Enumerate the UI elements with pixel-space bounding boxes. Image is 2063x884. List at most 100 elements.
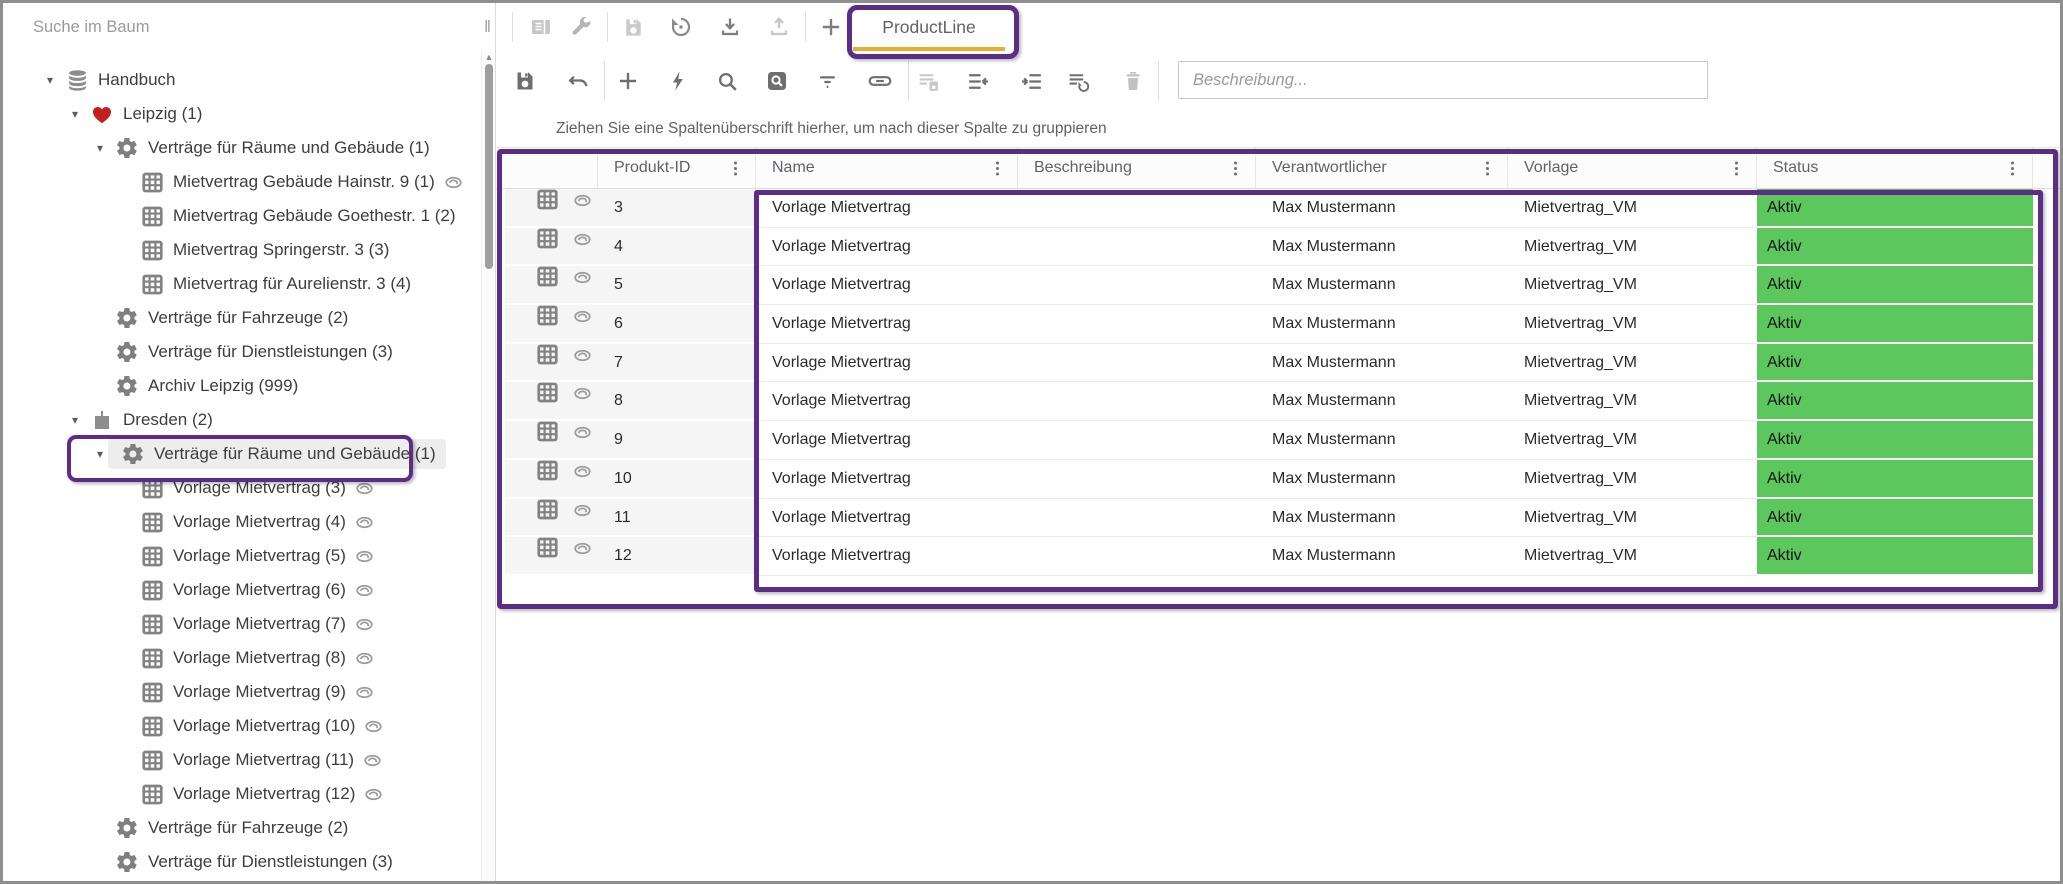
cell-name[interactable]: Vorlage Mietvertrag xyxy=(756,499,1018,538)
cell-name[interactable]: Vorlage Mietvertrag xyxy=(756,266,1018,305)
expand-arrow-icon[interactable]: ▾ xyxy=(88,141,112,155)
cell-produkt-id[interactable]: 10 xyxy=(598,460,756,499)
column-menu-icon[interactable] xyxy=(1475,156,1499,180)
tree-item[interactable]: Vorlage Mietvertrag (9) xyxy=(3,675,481,709)
save-icon[interactable] xyxy=(503,59,547,103)
column-header-produkt-id[interactable]: Produkt-ID xyxy=(598,148,756,188)
tree-item[interactable]: Mietvertrag Gebäude Goethestr. 1 (2) xyxy=(3,199,481,233)
cell-verantwortlicher[interactable]: Max Mustermann xyxy=(1256,499,1508,538)
row-marker-cell[interactable] xyxy=(505,460,598,499)
cell-beschreibung[interactable] xyxy=(1018,382,1256,421)
row-marker-cell[interactable] xyxy=(505,266,598,305)
restore-history-icon[interactable] xyxy=(661,7,701,47)
indent-icon[interactable] xyxy=(1010,59,1054,103)
tree-item[interactable]: Vorlage Mietvertrag (12) xyxy=(3,777,481,811)
tree-item[interactable]: Verträge für Fahrzeuge (2) xyxy=(3,811,481,845)
cell-beschreibung[interactable] xyxy=(1018,266,1256,305)
wrench-icon[interactable] xyxy=(561,7,601,47)
row-marker-cell[interactable] xyxy=(505,305,598,344)
expand-arrow-icon[interactable]: ▾ xyxy=(38,73,62,87)
cell-name[interactable]: Vorlage Mietvertrag xyxy=(756,421,1018,460)
delete-icon[interactable] xyxy=(1111,59,1155,103)
cell-name[interactable]: Vorlage Mietvertrag xyxy=(756,382,1018,421)
tree-item[interactable]: Vorlage Mietvertrag (11) xyxy=(3,743,481,777)
cell-name[interactable]: Vorlage Mietvertrag xyxy=(756,460,1018,499)
cell-beschreibung[interactable] xyxy=(1018,537,1256,576)
cell-verantwortlicher[interactable]: Max Mustermann xyxy=(1256,537,1508,576)
cell-vorlage[interactable]: Mietvertrag_VM xyxy=(1508,266,1757,305)
column-menu-icon[interactable] xyxy=(723,156,747,180)
cell-vorlage[interactable]: Mietvertrag_VM xyxy=(1508,460,1757,499)
cell-verantwortlicher[interactable]: Max Mustermann xyxy=(1256,305,1508,344)
panel-list-icon[interactable] xyxy=(521,7,561,47)
search-icon[interactable] xyxy=(705,59,749,103)
column-header-status[interactable]: Status xyxy=(1757,148,2033,188)
cell-status[interactable]: Aktiv xyxy=(1757,382,2033,421)
column-menu-icon[interactable] xyxy=(1724,156,1748,180)
tree-item[interactable]: ▾ Verträge für Räume und Gebäude (1) xyxy=(3,437,481,471)
cell-status[interactable]: Aktiv xyxy=(1757,189,2033,228)
add-tab-icon[interactable] xyxy=(811,7,851,47)
undo-icon[interactable] xyxy=(556,59,600,103)
column-header-name[interactable]: Name xyxy=(756,148,1018,188)
cell-status[interactable]: Aktiv xyxy=(1757,421,2033,460)
tree-item[interactable]: Verträge für Dienstleistungen (3) xyxy=(3,845,481,879)
cell-produkt-id[interactable]: 4 xyxy=(598,228,756,267)
cell-status[interactable]: Aktiv xyxy=(1757,266,2033,305)
cell-status[interactable]: Aktiv xyxy=(1757,499,2033,538)
cell-verantwortlicher[interactable]: Max Mustermann xyxy=(1256,228,1508,267)
cell-beschreibung[interactable] xyxy=(1018,189,1256,228)
column-menu-icon[interactable] xyxy=(985,156,1009,180)
scrollbar-thumb[interactable] xyxy=(485,64,493,269)
column-menu-icon[interactable] xyxy=(1223,156,1247,180)
tree-item[interactable]: ▾ Dresden (2) xyxy=(3,403,481,437)
rows-history-icon[interactable] xyxy=(1056,59,1100,103)
cell-produkt-id[interactable]: 5 xyxy=(598,266,756,305)
cell-produkt-id[interactable]: 7 xyxy=(598,344,756,383)
tree-item[interactable]: Verträge für Fahrzeuge (2) xyxy=(3,301,481,335)
tree-item[interactable]: Vorlage Mietvertrag (5) xyxy=(3,539,481,573)
cell-verantwortlicher[interactable]: Max Mustermann xyxy=(1256,266,1508,305)
cell-name[interactable]: Vorlage Mietvertrag xyxy=(756,537,1018,576)
cell-vorlage[interactable]: Mietvertrag_VM xyxy=(1508,382,1757,421)
table-row[interactable]: 8 Vorlage Mietvertrag Max Mustermann Mie… xyxy=(496,382,2060,421)
cell-vorlage[interactable]: Mietvertrag_VM xyxy=(1508,305,1757,344)
cell-produkt-id[interactable]: 12 xyxy=(598,537,756,576)
link-icon[interactable] xyxy=(858,59,902,103)
description-input[interactable] xyxy=(1178,61,1708,99)
cell-name[interactable]: Vorlage Mietvertrag xyxy=(756,228,1018,267)
table-row[interactable]: 10 Vorlage Mietvertrag Max Mustermann Mi… xyxy=(496,460,2060,499)
cell-name[interactable]: Vorlage Mietvertrag xyxy=(756,189,1018,228)
table-row[interactable]: 7 Vorlage Mietvertrag Max Mustermann Mie… xyxy=(496,344,2060,383)
scroll-up-icon[interactable]: ▲ xyxy=(482,52,496,62)
download-icon[interactable] xyxy=(710,7,750,47)
column-header-beschreibung[interactable]: Beschreibung xyxy=(1018,148,1256,188)
row-marker-cell[interactable] xyxy=(505,499,598,538)
cell-produkt-id[interactable]: 6 xyxy=(598,305,756,344)
table-row[interactable]: 12 Vorlage Mietvertrag Max Mustermann Mi… xyxy=(496,537,2060,576)
cell-vorlage[interactable]: Mietvertrag_VM xyxy=(1508,421,1757,460)
row-marker-cell[interactable] xyxy=(505,382,598,421)
tree-item[interactable]: Mietvertrag Springerstr. 3 (3) xyxy=(3,233,481,267)
cell-beschreibung[interactable] xyxy=(1018,305,1256,344)
splitter-handle[interactable]: ‖ xyxy=(484,17,493,37)
cell-beschreibung[interactable] xyxy=(1018,421,1256,460)
save-icon[interactable] xyxy=(613,7,653,47)
cell-status[interactable]: Aktiv xyxy=(1757,537,2033,576)
tree-item[interactable]: Verträge für Dienstleistungen (3) xyxy=(3,335,481,369)
cell-beschreibung[interactable] xyxy=(1018,499,1256,538)
cell-verantwortlicher[interactable]: Max Mustermann xyxy=(1256,421,1508,460)
expand-arrow-icon[interactable]: ▾ xyxy=(63,413,87,427)
quick-action-icon[interactable] xyxy=(656,59,700,103)
tree-item[interactable]: Vorlage Mietvertrag (6) xyxy=(3,573,481,607)
tree-item[interactable]: Vorlage Mietvertrag (7) xyxy=(3,607,481,641)
cell-status[interactable]: Aktiv xyxy=(1757,305,2033,344)
row-marker-cell[interactable] xyxy=(505,421,598,460)
cell-vorlage[interactable]: Mietvertrag_VM xyxy=(1508,344,1757,383)
cell-verantwortlicher[interactable]: Max Mustermann xyxy=(1256,460,1508,499)
tree-item[interactable]: Vorlage Mietvertrag (8) xyxy=(3,641,481,675)
row-marker-cell[interactable] xyxy=(505,189,598,228)
expand-arrow-icon[interactable]: ▾ xyxy=(63,107,87,121)
cell-vorlage[interactable]: Mietvertrag_VM xyxy=(1508,499,1757,538)
cell-vorlage[interactable]: Mietvertrag_VM xyxy=(1508,537,1757,576)
